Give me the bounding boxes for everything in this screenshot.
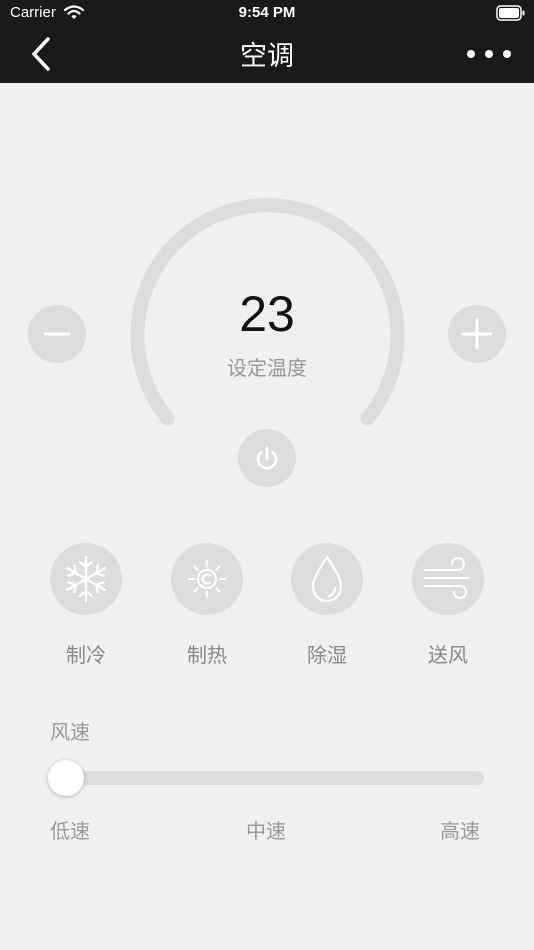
mode-icon-circle [291,543,363,615]
mode-cool[interactable]: 制冷 [50,543,122,673]
power-icon [256,446,278,470]
mode-dehumidify[interactable]: 除湿 [291,543,363,673]
mode-label: 送风 [428,643,468,667]
snowflake-icon [65,555,107,603]
temperature-value: 23 [239,286,295,342]
fan-speed-slider[interactable] [50,771,484,785]
mode-label: 制冷 [66,643,106,667]
mode-icon-circle [412,543,484,615]
water-drop-icon [311,554,343,603]
fan-speed-title: 风速 [50,720,90,744]
mode-label: 除湿 [307,643,347,667]
wind-icon [424,557,469,599]
speed-label-medium: 中速 [246,819,286,843]
temperature-label: 设定温度 [227,356,307,380]
mode-icon-circle [50,543,122,615]
mode-label: 制热 [187,643,227,667]
speed-label-low: 低速 [50,819,90,843]
speed-label-high: 高速 [440,819,480,843]
mode-heat[interactable]: 制热 [171,543,243,673]
fan-speed-slider-thumb[interactable] [48,760,84,796]
mode-icon-circle [171,543,243,615]
mode-fan[interactable]: 送风 [412,543,484,673]
power-button[interactable] [238,429,296,487]
sun-icon [188,560,226,598]
